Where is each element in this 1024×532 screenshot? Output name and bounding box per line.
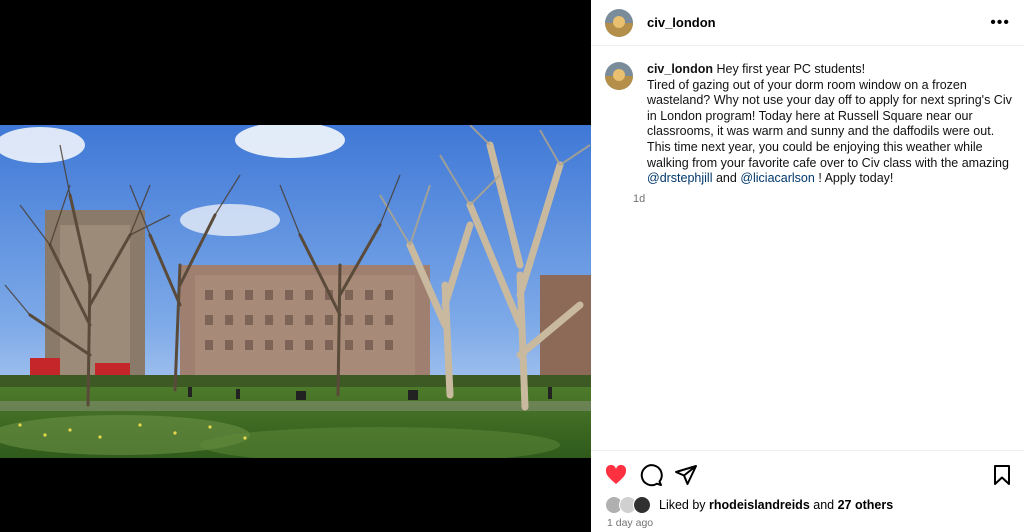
post-header: civ_london ••• [591,0,1024,46]
instagram-post-view: civ_london ••• civ_london Hey first year… [0,0,1024,532]
caption-body: Tired of gazing out of your dorm room wi… [647,77,1012,170]
heart-filled-icon[interactable] [604,463,628,487]
action-bar [591,450,1024,491]
caption-username[interactable]: civ_london [647,62,713,76]
send-icon[interactable] [674,463,698,487]
caption-age[interactable]: 1d [633,193,1015,205]
post-photo[interactable] [0,125,591,458]
liked-by-mid: and [813,498,835,512]
bookmark-icon[interactable] [990,463,1014,487]
post-media-area [0,0,591,532]
caption-block: civ_london Hey first year PC students! T… [605,62,1015,205]
likes-summary: Liked by rhodeislandreids and 27 others [605,496,893,514]
liked-by-prefix: Liked by [659,498,706,512]
liked-by-user[interactable]: rhodeislandreids [709,498,810,512]
mention-liciacarlson[interactable]: @liciacarlson [740,171,815,185]
caption-line-1: Hey first year PC students! [716,62,866,76]
post-timestamp[interactable]: 1 day ago [607,517,653,529]
liked-by-count[interactable]: 27 others [838,498,894,512]
caption-and: and [712,171,741,186]
header-username[interactable]: civ_london [647,15,716,30]
liker-avatars[interactable] [605,496,651,514]
avatar-image [605,62,633,90]
caption-text: civ_london Hey first year PC students! T… [647,62,1015,187]
more-options-icon[interactable]: ••• [990,14,1010,32]
avatar-image [605,8,633,37]
caption-end: ! Apply today! [814,171,894,186]
park-photo-image [0,125,591,458]
mention-drstephjill[interactable]: @drstephjill [647,171,713,185]
comment-icon[interactable] [639,463,663,487]
post-side-panel: civ_london ••• civ_london Hey first year… [591,0,1024,532]
avatar [633,496,651,514]
avatar[interactable] [605,8,633,37]
caption-avatar[interactable] [605,62,633,90]
